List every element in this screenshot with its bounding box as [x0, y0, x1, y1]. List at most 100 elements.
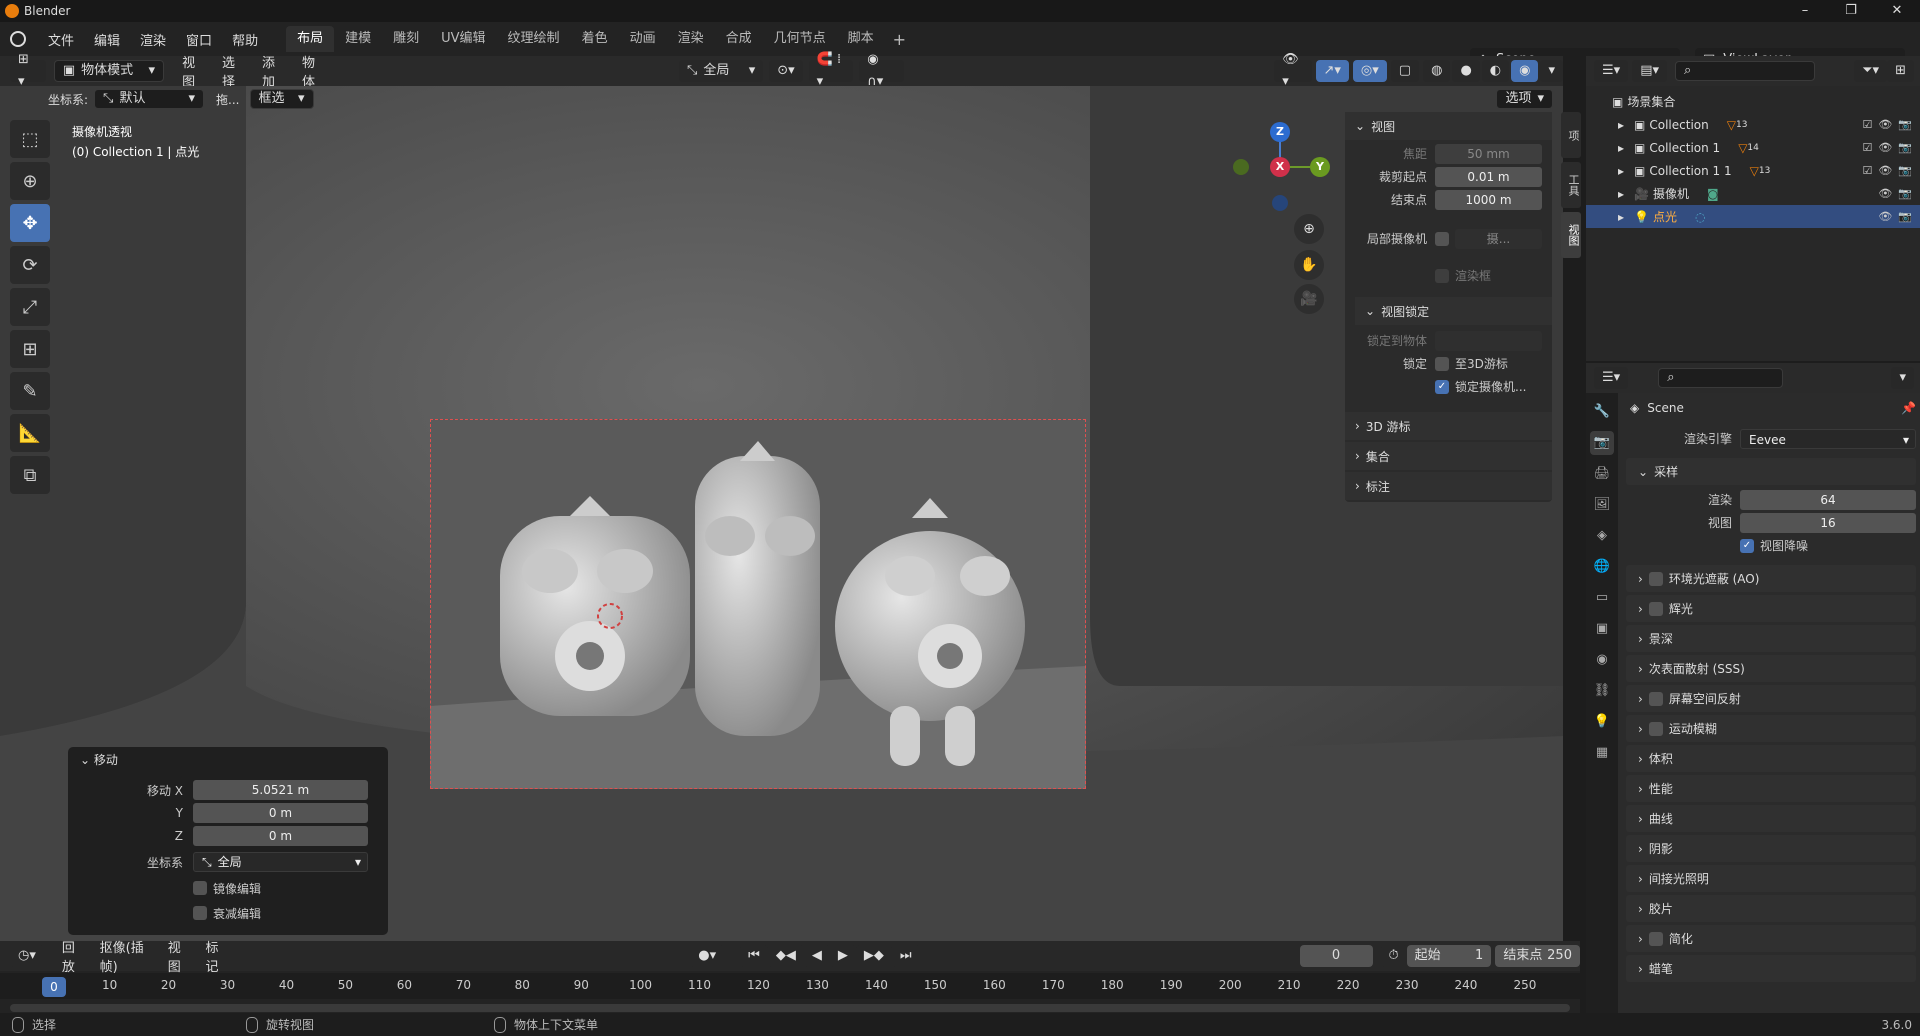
scene-collection-row[interactable]: ▣ 场景集合 — [1586, 90, 1920, 113]
gizmo-z-icon[interactable]: Z — [1270, 122, 1290, 142]
constraints-tab-icon[interactable]: ⛓ — [1590, 679, 1614, 703]
add-workspace-button[interactable]: + — [885, 30, 914, 49]
camera-render-icon[interactable]: 📷 — [1898, 164, 1912, 177]
focal-length-field[interactable]: 50 mm — [1435, 143, 1542, 164]
simplify-section-header[interactable]: › 简化 — [1626, 925, 1916, 952]
jump-start-icon[interactable]: ⏮ — [740, 945, 768, 967]
dof-section-header[interactable]: › 景深 — [1626, 625, 1916, 652]
tab-layout[interactable]: 布局 — [286, 26, 335, 52]
move-z-field[interactable]: 0 m — [193, 826, 368, 846]
render-region-checkbox[interactable] — [1435, 268, 1449, 283]
annotation-section-header[interactable]: › 标注 — [1345, 472, 1552, 500]
object-tab-icon[interactable]: ▣ — [1590, 617, 1614, 641]
timeline-scrollbar[interactable] — [10, 1004, 1570, 1012]
tab-shading[interactable]: 着色 — [571, 26, 619, 52]
zoom-icon[interactable]: ⊕ — [1294, 214, 1324, 244]
exclude-checkbox-icon[interactable]: ☑ — [1862, 141, 1872, 154]
expand-icon[interactable]: ▸ — [1618, 118, 1624, 132]
view-lock-section-header[interactable]: ⌄ 视图锁定 — [1355, 297, 1552, 325]
outliner-row-camera[interactable]: ▸ 🎥 摄像机 ◙ 👁 📷 — [1586, 182, 1920, 205]
eye-icon[interactable]: 👁 — [1878, 210, 1892, 223]
lock-camera-checkbox[interactable]: ✓ — [1435, 379, 1449, 394]
ao-checkbox[interactable] — [1648, 571, 1663, 586]
render-engine-dropdown[interactable]: Eevee ▾ — [1740, 428, 1916, 449]
menu-playback[interactable]: 回放 — [54, 937, 92, 975]
tab-uv-editing[interactable]: UV编辑 — [430, 26, 496, 52]
camera-render-icon[interactable]: 📷 — [1898, 118, 1912, 131]
preview-range-icon[interactable]: ⏱ — [1380, 945, 1407, 967]
menu-object[interactable]: 物体 — [294, 52, 334, 90]
outliner-row-collection[interactable]: ▸ ▣ Collection 1 ▽ 14 ☑ 👁 📷 — [1586, 136, 1920, 159]
shadows-section-header[interactable]: › 阴影 — [1626, 835, 1916, 862]
physics-tab-icon[interactable]: ◉ — [1590, 648, 1614, 672]
playhead[interactable]: 0 — [42, 977, 66, 997]
render-samples-field[interactable]: 64 — [1740, 489, 1916, 510]
annotate-tool-icon[interactable]: ✎ — [10, 372, 50, 410]
eye-icon[interactable]: 👁 — [1878, 164, 1892, 177]
measure-tool-icon[interactable]: 📐 — [10, 414, 50, 452]
wireframe-shading-icon[interactable]: ◍ — [1423, 60, 1451, 82]
new-collection-icon[interactable]: ⊞ — [1887, 60, 1914, 82]
expand-icon[interactable]: ▸ — [1618, 210, 1624, 224]
close-button[interactable]: ✕ — [1874, 0, 1920, 22]
gizmo-neg-y-icon[interactable] — [1233, 159, 1249, 175]
tab-sculpting[interactable]: 雕刻 — [382, 26, 430, 52]
ssr-section-header[interactable]: › 屏幕空间反射 — [1626, 685, 1916, 712]
menu-keying[interactable]: 抠像(插帧) — [92, 937, 160, 975]
curves-section-header[interactable]: › 曲线 — [1626, 805, 1916, 832]
navigation-gizmo[interactable]: Z X Y — [1230, 120, 1340, 220]
menu-edit[interactable]: 编辑 — [84, 30, 130, 49]
light-data-tab-icon[interactable]: 💡 — [1590, 710, 1614, 734]
film-section-header[interactable]: › 胶片 — [1626, 895, 1916, 922]
properties-editor-type-icon[interactable]: ☰▾ — [1594, 367, 1629, 389]
timeline-editor-type-icon[interactable]: ◷▾ — [10, 945, 44, 967]
material-shading-icon[interactable]: ◐ — [1481, 60, 1510, 82]
camera-view-icon[interactable]: 🎥 — [1294, 284, 1324, 314]
scene-tab-icon[interactable]: ◈ — [1590, 524, 1614, 548]
indirect-lighting-section-header[interactable]: › 间接光照明 — [1626, 865, 1916, 892]
gizmo-x-icon[interactable]: X — [1270, 157, 1290, 177]
performance-section-header[interactable]: › 性能 — [1626, 775, 1916, 802]
menu-help[interactable]: 帮助 — [222, 30, 268, 49]
add-cube-tool-icon[interactable]: ⧉ — [10, 456, 50, 494]
eye-icon[interactable]: 👁 — [1878, 118, 1892, 131]
properties-options-icon[interactable]: ▾ — [1891, 367, 1914, 389]
expand-icon[interactable]: ▸ — [1618, 187, 1624, 201]
gizmo-neg-z-icon[interactable] — [1272, 195, 1288, 211]
tab-tool[interactable]: 工具 — [1561, 162, 1581, 208]
move-y-field[interactable]: 0 m — [193, 803, 368, 823]
menu-view[interactable]: 视图 — [174, 52, 214, 90]
exclude-checkbox-icon[interactable]: ☑ — [1862, 118, 1872, 131]
bloom-section-header[interactable]: › 辉光 — [1626, 595, 1916, 622]
move-x-field[interactable]: 5.0521 m — [193, 780, 368, 800]
pan-hand-icon[interactable]: ✋ — [1294, 250, 1324, 280]
menu-render[interactable]: 渲染 — [130, 30, 176, 49]
proportional-edit-checkbox[interactable] — [193, 906, 207, 920]
gizmo-y-icon[interactable]: Y — [1310, 157, 1330, 177]
play-reverse-icon[interactable]: ◀ — [803, 945, 830, 967]
motion-blur-checkbox[interactable] — [1648, 721, 1663, 736]
auto-key-record-icon[interactable]: ●▾ — [690, 945, 725, 967]
end-frame-field[interactable]: 结束点 250 — [1495, 945, 1580, 967]
jump-end-icon[interactable]: ⏭ — [891, 945, 920, 967]
camera-render-icon[interactable]: 📷 — [1898, 187, 1912, 200]
next-keyframe-icon[interactable]: ▶◆ — [855, 945, 892, 967]
coord-system-dropdown[interactable]: ⤡ 默认 ▾ — [94, 89, 205, 109]
properties-search-input[interactable]: ⌕ — [1658, 368, 1784, 388]
camera-render-icon[interactable]: 📷 — [1898, 210, 1912, 223]
world-tab-icon[interactable]: 🌐 — [1590, 555, 1614, 579]
blender-menu-icon[interactable] — [10, 31, 26, 47]
render-tab-icon[interactable]: 📷 — [1590, 431, 1614, 455]
menu-select[interactable]: 选择 — [214, 52, 254, 90]
start-frame-field[interactable]: 起始 1 — [1406, 945, 1492, 967]
motion-blur-section-header[interactable]: › 运动模糊 — [1626, 715, 1916, 742]
simplify-checkbox[interactable] — [1648, 931, 1663, 946]
eye-icon[interactable]: 👁 — [1878, 187, 1892, 200]
xray-toggle-icon[interactable]: ▢ — [1390, 60, 1420, 82]
menu-window[interactable]: 窗口 — [176, 30, 222, 49]
transform-tool-icon[interactable]: ⊞ — [10, 330, 50, 368]
outliner-editor-type-icon[interactable]: ☰▾ — [1594, 60, 1629, 82]
options-dropdown[interactable]: 选项 ▾ — [1496, 89, 1553, 109]
sampling-section-header[interactable]: ⌄ 采样 — [1626, 458, 1916, 485]
outliner-row-collection[interactable]: ▸ ▣ Collection ▽ 13 ☑ 👁 📷 — [1586, 113, 1920, 136]
